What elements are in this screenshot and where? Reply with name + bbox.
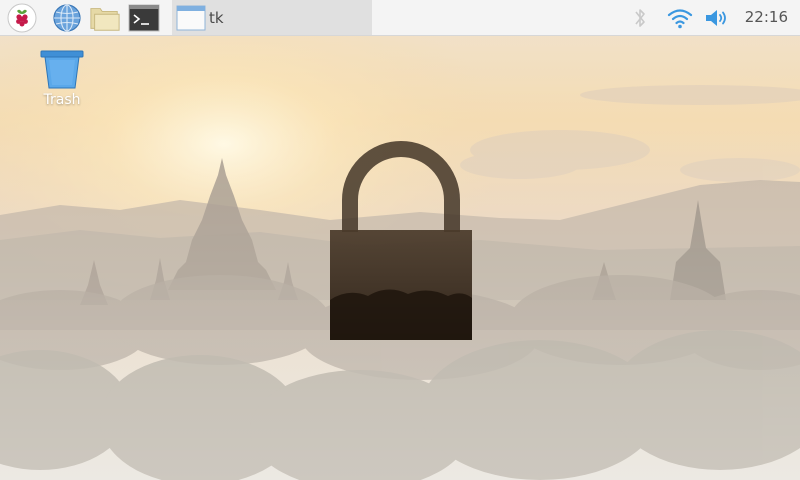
desktop-icon-trash[interactable]: Trash	[30, 48, 94, 118]
wifi-button[interactable]	[665, 4, 695, 32]
bluetooth-icon	[635, 9, 645, 27]
globe-icon	[53, 4, 81, 32]
bluetooth-button[interactable]	[630, 4, 650, 32]
taskbar-item-label: tk	[209, 8, 224, 27]
padlock-icon	[330, 141, 472, 340]
terminal-icon	[128, 4, 160, 32]
wifi-icon	[667, 9, 693, 29]
web-browser-button[interactable]	[51, 2, 83, 34]
desktop-icon-label: Trash	[43, 92, 81, 108]
lock-overlay	[328, 138, 474, 342]
window-icon	[176, 5, 206, 30]
folder-icon	[90, 8, 120, 31]
taskbar: tk 22:16	[0, 0, 800, 36]
taskbar-item-tk[interactable]: tk	[172, 0, 372, 35]
trash-icon	[40, 50, 84, 89]
volume-icon	[706, 10, 726, 26]
terminal-button[interactable]	[128, 2, 160, 34]
volume-button[interactable]	[702, 4, 732, 32]
raspberry-icon	[7, 3, 37, 33]
menu-button[interactable]	[6, 2, 38, 34]
file-manager-button[interactable]	[89, 2, 121, 34]
clock[interactable]: 22:16	[745, 8, 788, 26]
